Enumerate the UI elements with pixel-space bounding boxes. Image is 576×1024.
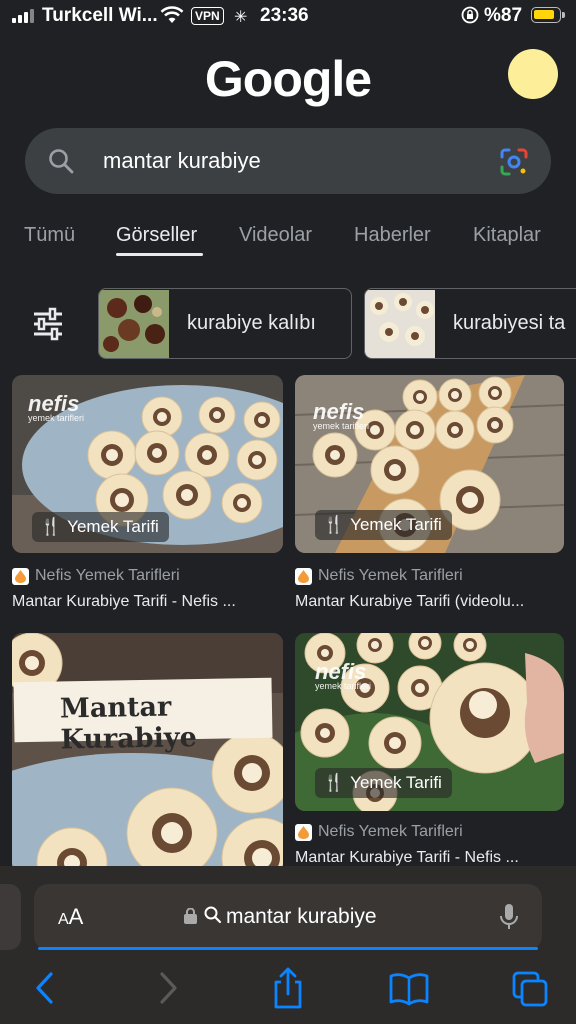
search-icon[interactable] bbox=[47, 147, 75, 180]
share-icon[interactable] bbox=[270, 966, 306, 1015]
tab-news[interactable]: Haberler bbox=[354, 224, 431, 247]
fork-knife-icon: 🍴 bbox=[323, 773, 345, 792]
vpn-badge: VPN bbox=[191, 7, 224, 25]
active-tab-indicator bbox=[116, 253, 203, 256]
forward-icon[interactable] bbox=[156, 970, 180, 1011]
chip-thumbnail bbox=[365, 289, 435, 358]
address-text[interactable]: mantar kurabiye bbox=[226, 905, 377, 929]
tab-videos[interactable]: Videolar bbox=[239, 224, 312, 247]
nefis-watermark: nefis yemek tarifleri bbox=[28, 391, 85, 423]
search-icon bbox=[204, 906, 222, 929]
reader-settings-button[interactable]: AA bbox=[58, 904, 83, 930]
filter-settings-icon[interactable] bbox=[30, 306, 66, 347]
result-title-2[interactable]: Mantar Kurabiye Tarifi (videolu... bbox=[295, 593, 524, 611]
account-avatar[interactable] bbox=[508, 49, 558, 99]
wifi-icon bbox=[160, 6, 184, 30]
nefis-favicon-icon bbox=[295, 567, 312, 585]
fork-knife-icon: 🍴 bbox=[40, 517, 62, 536]
nefis-watermark: nefis yemek tarifleri bbox=[313, 399, 370, 431]
search-box[interactable]: mantar kurabiye bbox=[25, 128, 551, 194]
lock-icon bbox=[184, 907, 197, 929]
fork-knife-icon: 🍴 bbox=[323, 515, 345, 534]
page-load-progress-bar bbox=[38, 947, 538, 950]
recipe-badge: 🍴 Yemek Tarifi bbox=[32, 512, 169, 542]
battery-percentage: %87 bbox=[484, 5, 523, 26]
back-icon[interactable] bbox=[33, 970, 57, 1011]
microphone-icon[interactable] bbox=[499, 902, 519, 937]
result-title-4[interactable]: Mantar Kurabiye Tarifi - Nefis ... bbox=[295, 849, 519, 867]
google-logo[interactable]: Google bbox=[0, 50, 576, 108]
google-lens-icon[interactable] bbox=[499, 147, 529, 182]
status-time: 23:36 bbox=[260, 5, 309, 26]
orientation-lock-icon bbox=[461, 6, 479, 30]
chip-thumbnail bbox=[99, 289, 169, 358]
result-source-1[interactable]: Nefis Yemek Tarifleri bbox=[12, 567, 180, 585]
cellular-signal-icon bbox=[12, 9, 34, 23]
suggestion-chip-cookie[interactable]: kurabiyesi ta bbox=[364, 288, 576, 359]
battery-icon bbox=[531, 7, 565, 23]
recipe-badge: 🍴 Yemek Tarifi bbox=[315, 510, 452, 540]
recipe-badge: 🍴 Yemek Tarifi bbox=[315, 768, 452, 798]
carrier-name: Turkcell Wi... bbox=[42, 5, 158, 26]
result-image-3-caption-banner: Mantar Kurabiye bbox=[13, 677, 273, 755]
nefis-favicon-icon bbox=[295, 823, 312, 841]
result-image-1[interactable]: nefis yemek tarifleri 🍴 Yemek Tarifi bbox=[12, 375, 283, 553]
tabs-icon[interactable] bbox=[511, 970, 549, 1013]
caption-text: Mantar Kurabiye bbox=[59, 691, 197, 756]
chip-label: kurabiyesi ta bbox=[453, 312, 566, 334]
status-bar: Turkcell Wi... VPN ✳ 23:36 %87 bbox=[0, 0, 576, 34]
result-image-4[interactable]: nefis yemek tarifleri 🍴 Yemek Tarifi bbox=[295, 633, 564, 811]
tab-images[interactable]: Görseller bbox=[116, 224, 197, 247]
previous-tab-preview[interactable] bbox=[0, 884, 21, 950]
tab-all[interactable]: Tümü bbox=[24, 224, 75, 247]
nefis-watermark: nefis yemek tarifleri bbox=[315, 659, 372, 691]
result-title-1[interactable]: Mantar Kurabiye Tarifi - Nefis ... bbox=[12, 593, 236, 611]
nefis-favicon-icon bbox=[12, 567, 29, 585]
result-source-2[interactable]: Nefis Yemek Tarifleri bbox=[295, 567, 463, 585]
result-source-4[interactable]: Nefis Yemek Tarifleri bbox=[295, 823, 463, 841]
loading-spinner-icon: ✳ bbox=[234, 9, 248, 26]
tab-books[interactable]: Kitaplar bbox=[473, 224, 541, 247]
search-query[interactable]: mantar kurabiye bbox=[103, 148, 261, 174]
chip-label: kurabiye kalıbı bbox=[187, 312, 316, 334]
suggestion-chip-cookie-mold[interactable]: kurabiye kalıbı bbox=[98, 288, 352, 359]
address-bar[interactable]: AA mantar kurabiye bbox=[34, 884, 542, 950]
bookmarks-icon[interactable] bbox=[389, 972, 429, 1011]
result-image-2[interactable]: nefis yemek tarifleri 🍴 Yemek Tarifi bbox=[295, 375, 564, 553]
